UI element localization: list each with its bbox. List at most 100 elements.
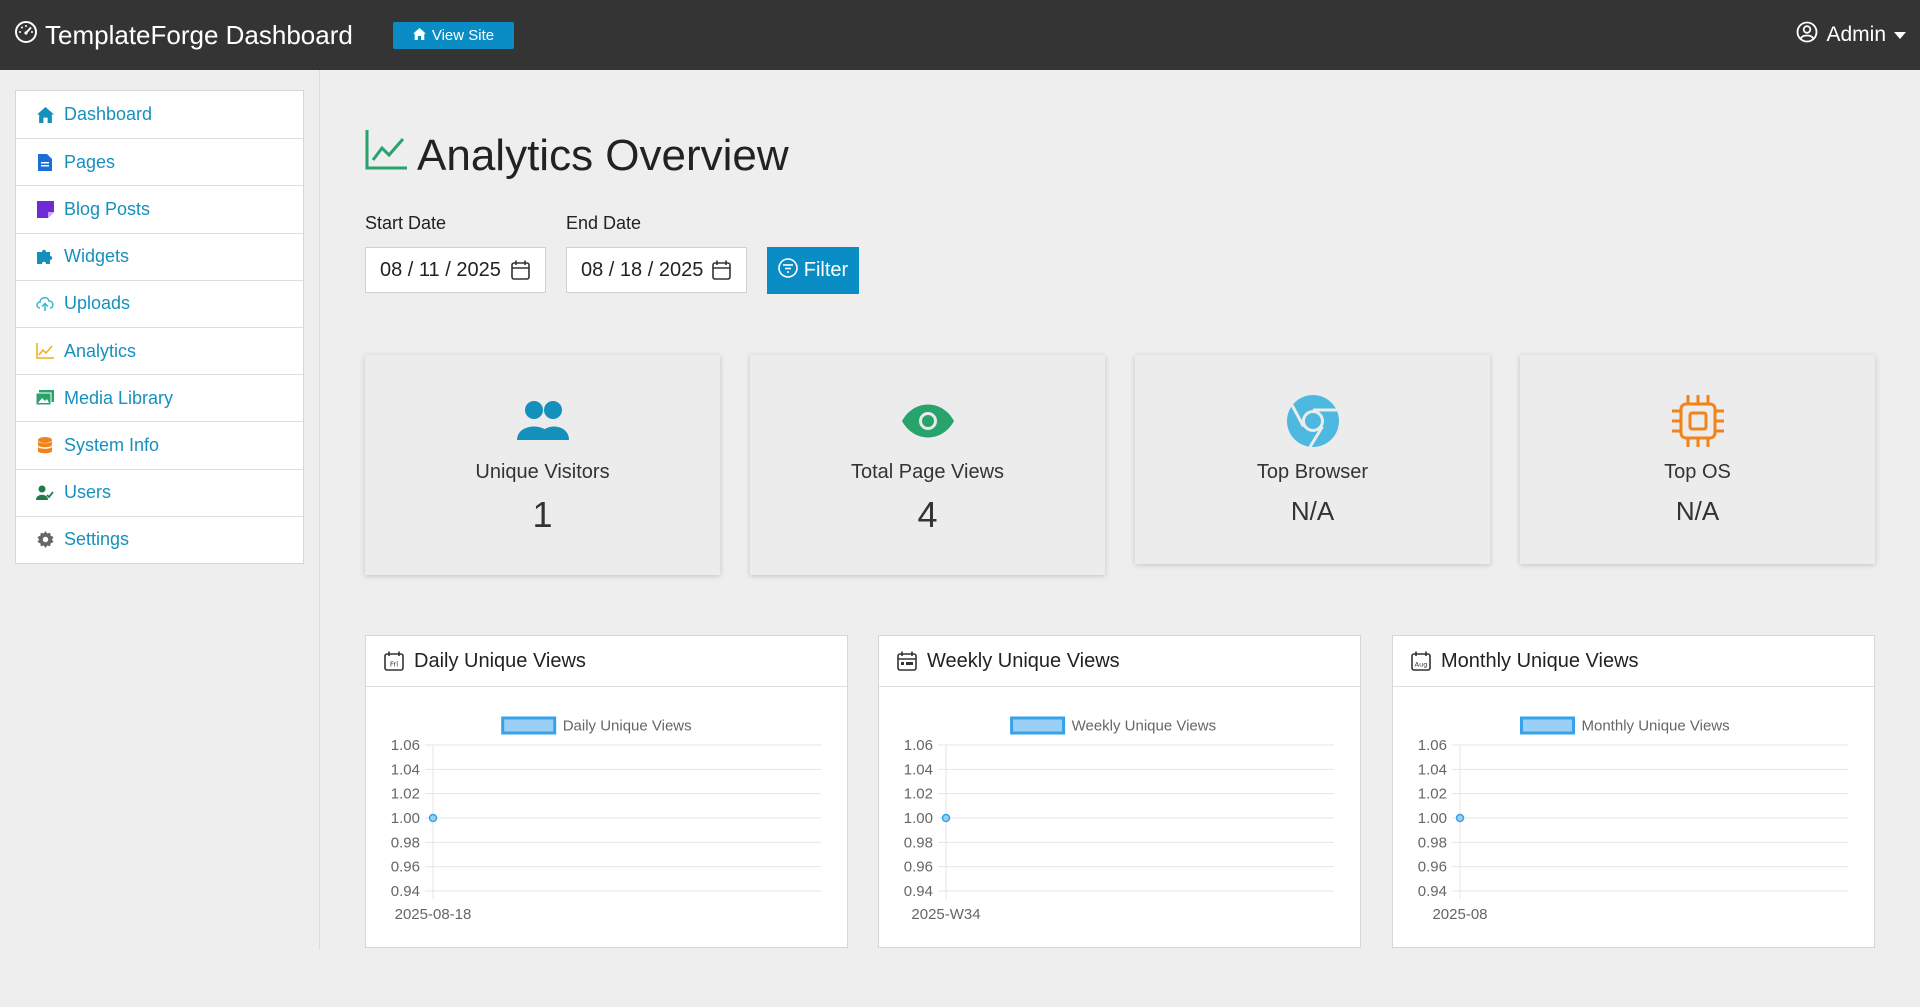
y-tick-label: 1.04 [904, 761, 933, 778]
sidebar-item-label: Dashboard [64, 104, 153, 125]
y-tick-label: 1.04 [1418, 761, 1447, 778]
stat-value: 4 [917, 494, 938, 535]
y-tick-label: 1.00 [1418, 810, 1447, 827]
sidebar-item-pages[interactable]: Pages [16, 138, 303, 185]
file-icon [36, 153, 54, 171]
y-tick-label: 0.96 [391, 859, 420, 876]
view-site-button[interactable]: View Site [392, 21, 515, 49]
y-tick-label: 1.02 [391, 786, 420, 803]
image-icon [36, 389, 54, 407]
chart-body: Monthly Unique Views 1.06 1.04 1.02 1.00 0.98… [1393, 687, 1874, 947]
sidebar-item-label: Users [64, 482, 112, 503]
y-tick-label: 1.00 [904, 810, 933, 827]
y-tick-label: 0.96 [904, 859, 933, 876]
stat-label: Top Browser [1256, 461, 1369, 483]
stat-label: Unique Visitors [475, 461, 610, 483]
y-tick-label: 1.02 [904, 786, 933, 803]
cpu-icon [1671, 395, 1724, 447]
y-tick-label: 1.06 [1418, 737, 1447, 754]
end-date-value: 08 / 18 / 2025 [581, 258, 704, 281]
y-tick-label: 1.02 [1418, 786, 1447, 803]
y-tick-label: 1.06 [904, 737, 933, 754]
stat-label: Top OS [1664, 461, 1731, 483]
chart-card-monthly: Aug Monthly Unique Views Monthly Unique … [1392, 635, 1875, 948]
x-tick-label: 2025-08 [1432, 906, 1487, 923]
stat-card-total-page-views: Total Page Views 4 [750, 355, 1105, 575]
y-tick-label: 0.98 [904, 834, 933, 851]
user-menu[interactable]: Admin [1796, 0, 1906, 70]
sidebar-item-dashboard[interactable]: Dashboard [16, 91, 303, 138]
y-tick-label: 0.98 [391, 834, 420, 851]
calendar-icon[interactable] [712, 260, 731, 286]
chevron-down-icon [1894, 31, 1906, 39]
brand[interactable]: TemplateForge Dashboard [14, 20, 353, 51]
weekly-unique-views-chart: Weekly Unique Views 1.06 1.04 1.02 1.00 0.98 0… [904, 716, 1334, 923]
chrome-icon [1286, 395, 1339, 447]
user-name: Admin [1826, 23, 1886, 46]
user-check-icon [36, 484, 54, 502]
chart-header: Aug Monthly Unique Views [1393, 636, 1874, 687]
start-date-label: Start Date [365, 213, 447, 233]
start-date-input[interactable]: 08 / 11 / 2025 [365, 247, 546, 293]
y-tick-label: 0.98 [1418, 834, 1447, 851]
daily-unique-views-chart: Daily Unique Views 1.06 1.04 1.02 1.00 0.98 0.… [391, 716, 821, 923]
sidebar-item-widgets[interactable]: Widgets [16, 232, 303, 280]
sidebar-item-analytics[interactable]: Analytics [16, 326, 303, 374]
start-date-value: 08 / 11 / 2025 [380, 258, 501, 281]
calendar-icon-text: Aug [1415, 661, 1428, 669]
chart-card-daily: Fri Daily Unique Views Daily Unique View… [365, 635, 848, 948]
calendar-month-icon: Aug [1411, 651, 1431, 671]
y-tick-label: 1.06 [391, 737, 420, 754]
line-chart-icon [365, 130, 417, 181]
home-icon [36, 106, 54, 124]
sidebar-item-label: Settings [64, 529, 130, 550]
filter-label: Filter [803, 259, 849, 281]
puzzle-icon [36, 248, 54, 266]
legend-swatch [1520, 716, 1575, 735]
view-site-label: View Site [431, 26, 495, 44]
sidebar-item-uploads[interactable]: Uploads [16, 279, 303, 327]
page-title-text: Analytics Overview [417, 130, 789, 180]
sidebar-item-label: Analytics [64, 340, 137, 361]
gear-icon [36, 531, 54, 549]
legend-swatch [1010, 716, 1066, 735]
chart-body: Daily Unique Views 1.06 1.04 1.02 1.00 0.98 0.… [366, 687, 847, 947]
sidebar-item-media-library[interactable]: Media Library [16, 374, 303, 421]
database-icon [36, 436, 54, 454]
sidebar-item-blog-posts[interactable]: Blog Posts [16, 185, 303, 232]
end-date-label: End Date [566, 213, 642, 233]
top-navbar: TemplateForge Dashboard View Site Admin [0, 0, 1920, 70]
monthly-unique-views-chart: Monthly Unique Views 1.06 1.04 1.02 1.00 0.98… [1418, 716, 1848, 923]
sidebar-item-system-info[interactable]: System Info [16, 421, 303, 468]
sidebar-item-label: Uploads [64, 293, 131, 314]
y-tick-label: 0.94 [391, 883, 420, 900]
brand-title: TemplateForge Dashboard [45, 19, 353, 50]
calendar-icon[interactable] [511, 260, 530, 286]
x-tick-label: 2025-08-18 [395, 906, 472, 923]
users-icon [516, 395, 569, 447]
sidebar-item-settings[interactable]: Settings [16, 515, 303, 563]
stat-card-top-browser: Top Browser N/A [1135, 355, 1490, 564]
sidebar-item-label: Media Library [64, 387, 174, 408]
calendar-week-icon [897, 651, 917, 671]
y-tick-label: 0.94 [1418, 883, 1447, 900]
y-tick-label: 1.04 [391, 761, 420, 778]
y-tick-label: 0.96 [1418, 859, 1447, 876]
sidebar-item-label: Widgets [64, 246, 130, 267]
data-point [1455, 813, 1465, 823]
legend-label: Daily Unique Views [563, 718, 692, 735]
chart-title: Weekly Unique Views [927, 649, 1120, 672]
calendar-icon-text: Fri [390, 661, 398, 669]
data-point [941, 813, 951, 823]
sidebar: Dashboard Pages Blog Posts Widgets Uploa… [15, 90, 304, 564]
sidebar-item-users[interactable]: Users [16, 468, 303, 516]
stat-value: N/A [1675, 496, 1720, 526]
end-date-input[interactable]: 08 / 18 / 2025 [566, 247, 747, 293]
line-chart-icon [36, 342, 54, 360]
filter-button[interactable]: Filter [767, 247, 859, 294]
chart-header: Weekly Unique Views [879, 636, 1360, 687]
chart-title: Monthly Unique Views [1441, 649, 1639, 672]
stat-value: N/A [1290, 496, 1335, 526]
legend-label: Weekly Unique Views [1072, 718, 1217, 735]
chart-header: Fri Daily Unique Views [366, 636, 847, 687]
